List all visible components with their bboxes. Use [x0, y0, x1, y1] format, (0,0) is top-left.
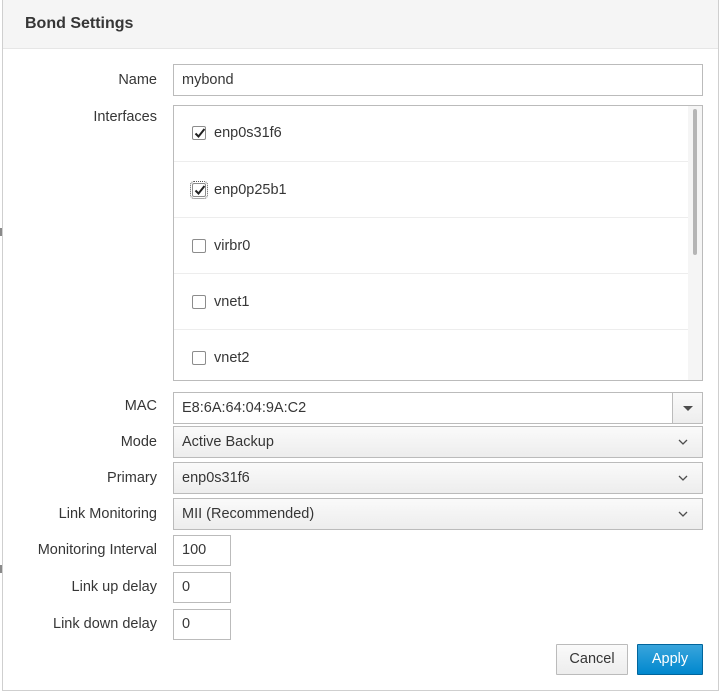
interface-checkbox-enp0s31f6[interactable]: [192, 126, 206, 140]
interface-checkbox-vnet2[interactable]: [192, 351, 206, 365]
link-down-delay-label: Link down delay: [53, 616, 157, 632]
chevron-down-icon: [678, 475, 688, 481]
interface-item-vnet1[interactable]: vnet1: [174, 274, 690, 330]
checkmark-icon: [194, 185, 206, 195]
mac-input[interactable]: E8:6A:64:04:9A:C2: [173, 392, 673, 424]
mode-select-value: Active Backup: [182, 434, 274, 450]
interface-label: virbr0: [214, 238, 251, 254]
mode-select[interactable]: Active Backup: [173, 426, 703, 458]
interface-checkbox-enp0p25b1[interactable]: [190, 181, 208, 199]
link-up-delay-input[interactable]: 0: [173, 572, 231, 603]
primary-select-value: enp0s31f6: [182, 470, 250, 486]
interfaces-scrollbar[interactable]: [688, 106, 702, 380]
link-down-delay-value: 0: [182, 616, 191, 632]
dialog-title: Bond Settings: [25, 15, 134, 32]
monitoring-interval-label: Monitoring Interval: [37, 542, 157, 558]
interfaces-scrollbar-thumb[interactable]: [693, 109, 697, 255]
primary-select[interactable]: enp0s31f6: [173, 462, 703, 494]
bond-settings-dialog: Bond Settings Name mybond Interfaces enp…: [2, 0, 719, 691]
link-up-delay-label: Link up delay: [71, 579, 157, 595]
link-monitoring-select[interactable]: MII (Recommended): [173, 498, 703, 530]
monitoring-interval-value: 100: [182, 542, 207, 558]
checkmark-icon: [194, 128, 206, 138]
link-monitoring-label: Link Monitoring: [58, 506, 157, 522]
mode-label: Mode: [120, 434, 157, 450]
name-input-value: mybond: [182, 72, 234, 88]
primary-label: Primary: [107, 470, 157, 486]
dialog-header: Bond Settings: [3, 0, 718, 49]
interface-checkbox-virbr0[interactable]: [192, 239, 206, 253]
interface-item-vnet2[interactable]: vnet2: [174, 330, 690, 380]
interface-checkbox-vnet1[interactable]: [192, 295, 206, 309]
name-label: Name: [118, 72, 157, 88]
chevron-down-icon: [678, 511, 688, 517]
caret-down-icon: [683, 406, 693, 411]
name-input[interactable]: mybond: [173, 64, 703, 96]
mac-dropdown-button[interactable]: [672, 392, 703, 424]
chevron-down-icon: [678, 439, 688, 445]
mac-input-value: E8:6A:64:04:9A:C2: [182, 400, 307, 416]
interface-item-enp0s31f6[interactable]: enp0s31f6: [174, 106, 690, 162]
link-monitoring-select-value: MII (Recommended): [182, 506, 315, 522]
cancel-button[interactable]: Cancel: [556, 644, 628, 675]
interface-label: vnet1: [214, 294, 250, 310]
link-down-delay-input[interactable]: 0: [173, 609, 231, 640]
interfaces-list[interactable]: enp0s31f6 enp0p25b1 virbr0 vnet1 vnet2: [173, 105, 703, 381]
interface-label: enp0p25b1: [214, 182, 287, 198]
link-up-delay-value: 0: [182, 579, 191, 595]
mac-label: MAC: [124, 398, 157, 414]
interface-item-virbr0[interactable]: virbr0: [174, 218, 690, 274]
interface-item-enp0p25b1[interactable]: enp0p25b1: [174, 162, 690, 218]
apply-button[interactable]: Apply: [637, 644, 703, 675]
interface-label: enp0s31f6: [214, 125, 282, 141]
interfaces-label: Interfaces: [93, 109, 157, 125]
monitoring-interval-input[interactable]: 100: [173, 535, 231, 566]
interface-label: vnet2: [214, 350, 250, 366]
